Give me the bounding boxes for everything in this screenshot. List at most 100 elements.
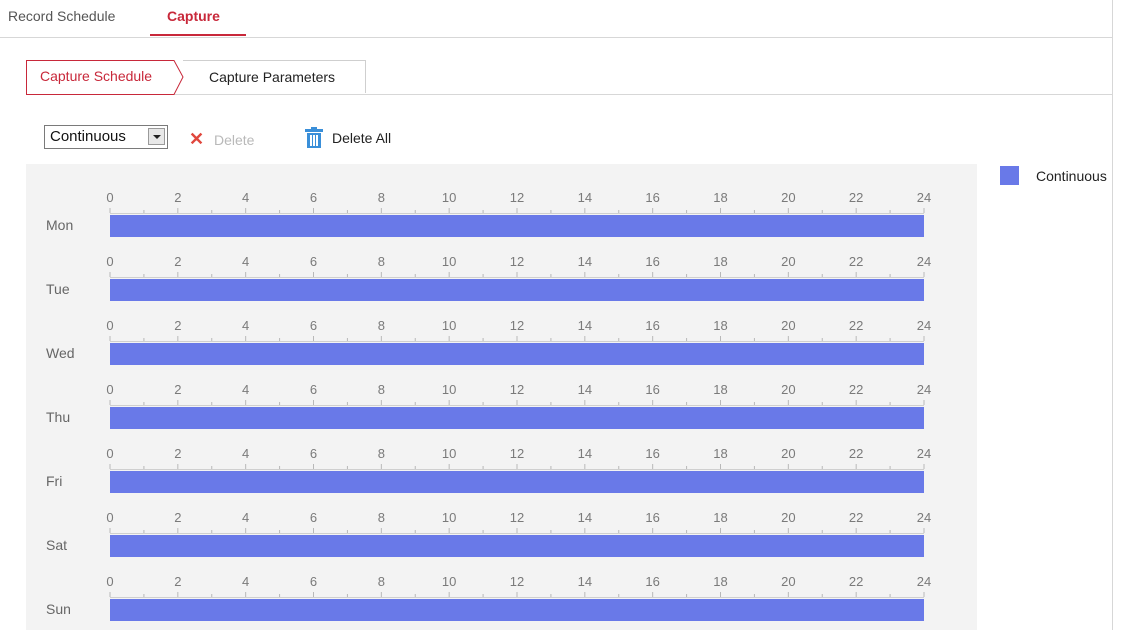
subtab-capture-schedule[interactable]: Capture Schedule (26, 60, 184, 95)
tab-record-schedule[interactable]: Record Schedule (8, 8, 115, 24)
legend-label: Continuous (1036, 168, 1107, 184)
hour-label: 24 (917, 190, 931, 205)
hour-label: 16 (645, 510, 659, 525)
subtab-capture-parameters[interactable]: Capture Parameters (183, 60, 366, 93)
hour-label: 22 (849, 318, 863, 333)
hour-label: 16 (645, 382, 659, 397)
hour-label: 20 (781, 254, 795, 269)
hour-label: 8 (378, 318, 385, 333)
hour-label: 10 (442, 446, 456, 461)
day-row[interactable]: 0 2 4 6 8 10 12 14 16 18 20 22 24Tue (46, 254, 931, 301)
hour-label: 0 (106, 446, 113, 461)
schedule-segment[interactable] (110, 535, 924, 557)
day-row[interactable]: 0 2 4 6 8 10 12 14 16 18 20 22 24Wed (46, 318, 931, 365)
legend-swatch (1000, 166, 1019, 185)
hour-label: 6 (310, 574, 317, 589)
delete-button-label: Delete (214, 132, 255, 148)
schedule-segment[interactable] (110, 407, 924, 429)
hour-label: 2 (174, 446, 181, 461)
hour-label: 14 (578, 510, 592, 525)
hour-label: 10 (442, 510, 456, 525)
hour-label: 22 (849, 446, 863, 461)
mode-select[interactable]: Continuous (44, 125, 168, 149)
sub-tab-divider (26, 94, 1113, 95)
hour-label: 8 (378, 510, 385, 525)
hour-label: 8 (378, 574, 385, 589)
hour-label: 6 (310, 318, 317, 333)
hour-label: 16 (645, 254, 659, 269)
day-row[interactable]: 0 2 4 6 8 10 12 14 16 18 20 22 24Fri (46, 446, 931, 493)
hour-label: 20 (781, 574, 795, 589)
day-row[interactable]: 0 2 4 6 8 10 12 14 16 18 20 22 24Mon (46, 190, 931, 237)
hour-label: 14 (578, 254, 592, 269)
close-icon: ✕ (189, 129, 205, 149)
hour-label: 18 (713, 190, 727, 205)
delete-all-button-label: Delete All (332, 130, 392, 146)
hour-label: 18 (713, 254, 727, 269)
day-label: Sat (46, 537, 67, 553)
hour-label: 14 (578, 190, 592, 205)
hour-label: 10 (442, 190, 456, 205)
schedule-segment[interactable] (110, 215, 924, 237)
hour-label: 24 (917, 574, 931, 589)
active-tab-indicator (150, 34, 246, 36)
schedule-grid[interactable]: 0 2 4 6 8 10 12 14 16 18 20 22 24 Mon 0 2 4 6 8 10 12 14 16 18 2… (26, 164, 977, 630)
schedule-segment[interactable] (110, 343, 924, 365)
hour-label: 6 (310, 446, 317, 461)
hour-label: 6 (310, 190, 317, 205)
trash-icon (305, 127, 323, 148)
day-row[interactable]: 0 2 4 6 8 10 12 14 16 18 20 22 24Sat (46, 510, 931, 557)
tab-capture[interactable]: Capture (167, 8, 220, 24)
hour-label: 22 (849, 382, 863, 397)
hour-label: 12 (510, 318, 524, 333)
subtab-capture-parameters-label: Capture Parameters (209, 69, 336, 85)
day-row[interactable]: 0 2 4 6 8 10 12 14 16 18 20 22 24Sun (46, 574, 931, 621)
hour-label: 10 (442, 254, 456, 269)
hour-label: 2 (174, 510, 181, 525)
hour-label: 22 (849, 254, 863, 269)
hour-label: 24 (917, 510, 931, 525)
schedule-segment[interactable] (110, 279, 924, 301)
schedule-segment[interactable] (110, 471, 924, 493)
hour-label: 2 (174, 382, 181, 397)
hour-label: 12 (510, 382, 524, 397)
hour-label: 10 (442, 318, 456, 333)
hour-label: 22 (849, 190, 863, 205)
hour-label: 2 (174, 190, 181, 205)
hour-label: 18 (713, 382, 727, 397)
hour-label: 20 (781, 446, 795, 461)
hour-label: 14 (578, 446, 592, 461)
hour-label: 14 (578, 382, 592, 397)
hour-label: 4 (242, 190, 249, 205)
hour-label: 20 (781, 190, 795, 205)
hour-label: 16 (645, 318, 659, 333)
hour-label: 4 (242, 574, 249, 589)
hour-label: 20 (781, 382, 795, 397)
hour-label: 20 (781, 318, 795, 333)
subtab-capture-schedule-label: Capture Schedule (40, 68, 153, 84)
hour-label: 24 (917, 254, 931, 269)
hour-label: 4 (242, 318, 249, 333)
hour-label: 2 (174, 254, 181, 269)
hour-label: 4 (242, 510, 249, 525)
hour-label: 8 (378, 446, 385, 461)
schedule-segment[interactable] (110, 599, 924, 621)
day-label: Thu (46, 409, 70, 425)
hour-label: 18 (713, 574, 727, 589)
hour-label: 8 (378, 254, 385, 269)
day-row[interactable]: 0 2 4 6 8 10 12 14 16 18 20 22 24Thu (46, 382, 931, 429)
day-label: Wed (46, 345, 75, 361)
hour-label: 24 (917, 382, 931, 397)
hour-label: 10 (442, 574, 456, 589)
hour-label: 22 (849, 574, 863, 589)
hour-label: 8 (378, 190, 385, 205)
hour-label: 4 (242, 382, 249, 397)
hour-label: 0 (106, 382, 113, 397)
hour-label: 24 (917, 318, 931, 333)
chevron-down-icon[interactable] (148, 128, 165, 145)
schedule-timeline[interactable]: 0 2 4 6 8 10 12 14 16 18 20 22 24Mon0 2 4 6 8 10 12 14 16 18 2… (26, 164, 977, 630)
day-label: Tue (46, 281, 70, 297)
hour-label: 4 (242, 254, 249, 269)
hour-label: 18 (713, 318, 727, 333)
hour-label: 12 (510, 574, 524, 589)
